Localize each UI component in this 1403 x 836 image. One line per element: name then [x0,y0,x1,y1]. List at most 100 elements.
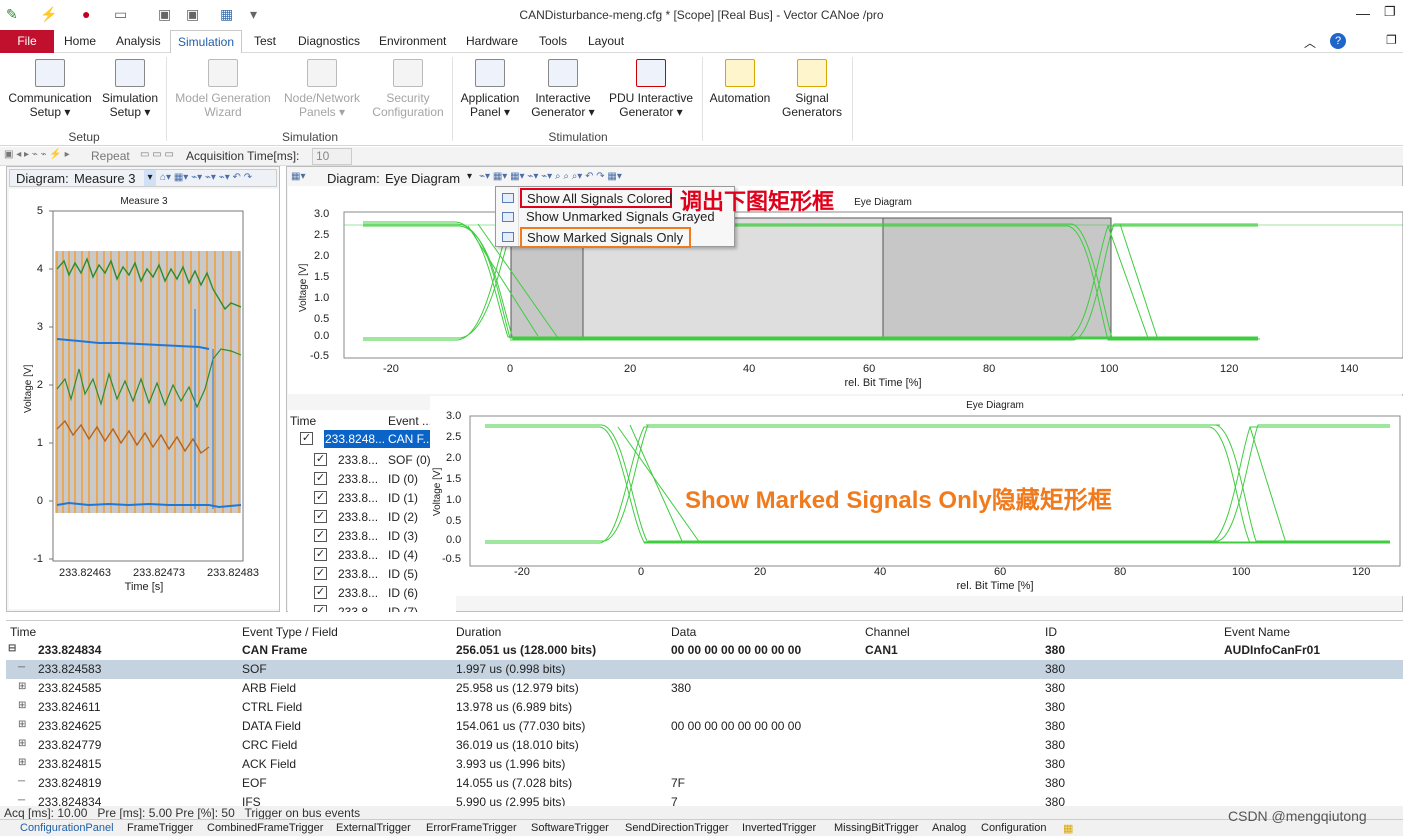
tab-simulation[interactable]: Simulation [170,30,242,54]
diagram-toolbar-icons[interactable]: ⌂▾ ▦▾ ⌁▾ ⌁▾ ⌁▾ ↶ ↷ [160,172,252,183]
application-panel-button[interactable]: Application Panel ▾ [458,59,522,119]
table-row[interactable]: ⊞ 233.824815 ACK Field 3.993 us (1.996 bits… [6,755,1403,774]
tab-frame-trigger[interactable]: FrameTrigger [127,822,193,834]
menu-item-show-all-signals-colored[interactable]: Show All Signals Colored [520,188,672,208]
tree-row-event[interactable]: ID (5) [388,567,418,586]
tree-row-checkbox[interactable]: ✓ [314,567,327,580]
tree-row-event[interactable]: ID (1) [388,491,418,510]
chevron-down-icon[interactable]: ▾ [467,171,472,182]
toolbar-icons[interactable]: ▣ ◂ ▸ ⌁ ⌁ ⚡ ▸ [4,149,70,160]
tree-row-time[interactable]: 233.8... [338,510,378,529]
eye-toolbar-icons[interactable]: ⌁▾ ▦▾ ▦▾ ⌁▾ ⌁▾ ⌕ ⌕ ⌕▾ ↶ ↷ ▦▾ [479,171,622,182]
interactive-generator-button[interactable]: Interactive Generator ▾ [526,59,600,119]
tab-test[interactable]: Test [254,34,276,48]
tree-row-checkbox[interactable]: ✓ [314,472,327,485]
tree-row-time[interactable]: 233.8... [338,472,378,491]
tree-row-event[interactable]: ID (2) [388,510,418,529]
tree-row-event[interactable]: ID (7) [388,605,418,612]
tree-row-event[interactable]: ID (6) [388,586,418,605]
grid-header-duration[interactable]: Duration [456,625,501,639]
left-chart-svg[interactable] [9,189,279,609]
pdu-interactive-generator-button[interactable]: PDU Interactive Generator ▾ [604,59,698,119]
tree-row-time[interactable]: 233.8... [338,491,378,510]
acquisition-time-input[interactable]: 10 [312,148,352,165]
tab-diagnostics[interactable]: Diagnostics [298,34,360,48]
tab-analysis[interactable]: Analysis [116,34,161,48]
tree-root-checkbox[interactable]: ✓ [300,432,313,445]
grid-header-data[interactable]: Data [671,625,696,639]
expand-icon[interactable]: ⊞ [18,719,26,730]
tree-row-time[interactable]: 233.8 [338,605,368,612]
tab-tools[interactable]: Tools [539,34,567,48]
signal-generators-button[interactable]: Signal Generators [778,59,846,119]
tab-missing-bit-trigger[interactable]: MissingBitTrigger [834,822,919,834]
automation-button[interactable]: Automation [706,59,774,105]
chevron-down-icon[interactable]: ▾ [144,170,156,186]
table-row[interactable]: ⊞ 233.824779 CRC Field 36.019 us (18.010 bi… [6,736,1403,755]
table-row[interactable]: ⊞ 233.824585 ARB Field 25.958 us (12.979 bi… [6,679,1403,698]
tab-external-trigger[interactable]: ExternalTrigger [336,822,411,834]
tab-environment[interactable]: Environment [379,34,446,48]
expand-icon[interactable]: ⊟ [8,643,16,654]
expand-icon[interactable]: ⊞ [18,757,26,768]
tree-leaf-icon[interactable]: ─ [18,795,25,806]
tab-hardware[interactable]: Hardware [466,34,518,48]
tree-row-checkbox[interactable]: ✓ [314,605,327,612]
tab-layout[interactable]: Layout [588,34,624,48]
tree-root-row[interactable]: 233.8248... CAN F... [324,430,434,448]
menu-item-show-marked-signals-only[interactable]: Show Marked Signals Only [520,227,691,248]
tree-row-checkbox[interactable]: ✓ [314,529,327,542]
collapse-ribbon-icon[interactable]: ︿ [1304,34,1316,51]
eye-diagram-selector[interactable]: ▦▾ Diagram: Eye Diagram ▾ ⌁▾ ▦▾ ▦▾ ⌁▾ ⌁▾… [289,169,659,187]
expand-icon[interactable]: ⊞ [18,738,26,749]
tree-row-time[interactable]: 233.8... [338,548,378,567]
tab-inverted-trigger[interactable]: InvertedTrigger [742,822,816,834]
add-tab-icon[interactable]: ▦ [1063,822,1073,835]
tree-row-checkbox[interactable]: ✓ [314,491,327,504]
grid-header-time[interactable]: Time [10,625,36,639]
node-network-panels-button[interactable]: Node/Network Panels ▾ [278,59,366,119]
tree-leaf-icon[interactable]: ─ [18,776,25,787]
expand-icon[interactable]: ⊞ [18,700,26,711]
tree-row-time[interactable]: 233.8... [338,586,378,605]
tree-row-time[interactable]: 233.8... [338,567,378,586]
help-icon[interactable]: ? [1330,33,1346,49]
model-generation-wizard-button[interactable]: Model Generation Wizard [172,59,274,119]
window-restore-icon[interactable]: ❐ [1386,33,1397,47]
tree-row-time[interactable]: 233.8... [338,453,378,472]
table-row[interactable]: ─ 233.824819 EOF 14.055 us (7.028 bits) 7F 38… [6,774,1403,793]
table-row[interactable]: ⊞ 233.824625 DATA Field 154.061 us (77.030 … [6,717,1403,736]
table-row[interactable]: ─ 233.824583 SOF 1.997 us (0.998 bits) 380 [6,660,1403,679]
security-configuration-button[interactable]: Security Configuration [368,59,448,119]
grid-header-channel[interactable]: Channel [865,625,910,639]
tab-software-trigger[interactable]: SoftwareTrigger [531,822,609,834]
tree-row-event[interactable]: ID (4) [388,548,418,567]
diagram-toolbar-icons[interactable]: ▦▾ [291,171,305,182]
tree-row-checkbox[interactable]: ✓ [314,548,327,561]
tree-row-checkbox[interactable]: ✓ [314,510,327,523]
minimize-icon[interactable]: — [1356,5,1370,21]
tab-configuration[interactable]: Configuration [981,822,1046,834]
tree-header-event[interactable]: Event ... [388,414,432,428]
tab-file[interactable]: File [0,30,54,53]
grid-header-id[interactable]: ID [1045,625,1057,639]
toolbar-icons[interactable]: ▭ ▭ ▭ [140,149,174,160]
expand-icon[interactable]: ⊞ [18,681,26,692]
restore-icon[interactable]: ❐ [1384,4,1396,20]
communication-setup-button[interactable]: Communication Setup ▾ [6,59,94,119]
grid-header-event-type[interactable]: Event Type / Field [242,625,338,639]
tab-send-direction-trigger[interactable]: SendDirectionTrigger [625,822,729,834]
tab-home[interactable]: Home [64,34,96,48]
tree-header-time[interactable]: Time [290,414,316,428]
tree-row-event[interactable]: ID (3) [388,529,418,548]
tree-row-checkbox[interactable]: ✓ [314,586,327,599]
table-row[interactable]: ⊟ 233.824834 CAN Frame 256.051 us (128.000 … [6,641,1403,660]
tree-row-time[interactable]: 233.8... [338,529,378,548]
grid-header-event-name[interactable]: Event Name [1224,625,1290,639]
tab-configuration-panel[interactable]: ConfigurationPanel [20,822,114,834]
tree-row-event[interactable]: SOF (0) [388,453,431,472]
tree-row-event[interactable]: ID (0) [388,472,418,491]
repeat-button[interactable]: Repeat [91,149,130,163]
diagram-selector[interactable]: Diagram: Measure 3 ▾ ⌂▾ ▦▾ ⌁▾ ⌁▾ ⌁▾ ↶ ↷ [9,169,277,187]
tab-error-frame-trigger[interactable]: ErrorFrameTrigger [426,822,517,834]
